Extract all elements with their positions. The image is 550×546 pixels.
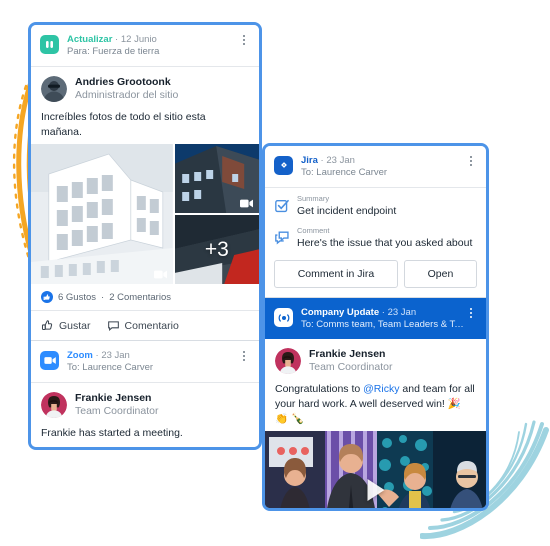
zoom-author-row: Frankie Jensen Team Coordinator: [31, 383, 259, 424]
company-update-app-header: Company Update · 23 Jan To: Comms team, …: [265, 298, 486, 339]
comment-bubbles-icon: [275, 231, 289, 245]
thumbs-up-icon: [41, 320, 53, 331]
site-update-photo-grid[interactable]: +3: [31, 144, 259, 284]
photo-secondary[interactable]: [174, 144, 259, 213]
zoom-meeting-link[interactable]: https://joinmeeting.zoom.us/j/998364848: [31, 445, 259, 447]
megaphone-icon: [40, 35, 59, 54]
company-update-more-options-button[interactable]: [465, 307, 477, 318]
site-update-author-role: Administrador del sitio: [75, 89, 179, 101]
zoom-author-name: Frankie Jensen: [75, 392, 152, 404]
checkbox-task-icon: [275, 199, 289, 213]
site-update-app-name: Actualizar: [67, 34, 113, 45]
zoom-author-role: Team Coordinator: [75, 405, 159, 417]
site-update-app-header: Actualizar · 12 Junio Para: Fuerza de ti…: [31, 25, 259, 67]
open-in-jira-button[interactable]: Open: [403, 260, 478, 288]
company-update-date: 23 Jan: [387, 307, 417, 318]
photo-side-column: +3: [174, 144, 259, 284]
company-update-message: Congratulations to @Ricky and team for a…: [265, 380, 486, 431]
video-camera-icon: [40, 351, 59, 370]
jira-comment-value: Here's the issue that you asked about: [297, 237, 473, 249]
zoom-date: 23 Jan: [101, 350, 130, 361]
site-update-date: 12 Junio: [120, 34, 157, 45]
company-update-app-name: Company Update: [301, 307, 380, 318]
zoom-app-name: Zoom: [67, 350, 93, 361]
jira-comment-field: Comment Here's the issue that you asked …: [265, 220, 486, 252]
site-update-like-label: Gustar: [59, 319, 91, 332]
jira-comment-label: Comment: [297, 226, 330, 235]
site-update-actions-row: Gustar Comentario: [31, 311, 259, 340]
site-update-like-count: 6 Gustos: [58, 291, 97, 303]
company-update-author-row: Frankie Jensen Team Coordinator: [265, 339, 486, 380]
separator: ·: [115, 34, 119, 45]
jira-summary-field: Summary Get incident endpoint: [265, 188, 486, 220]
zoom-recipients: To: Laurence Carver: [67, 362, 154, 373]
site-update-comment-label: Comentario: [124, 319, 179, 332]
card-jira: Jira · 23 Jan To: Laurence Carver Summar…: [265, 146, 486, 297]
video-camera-icon: [240, 199, 253, 208]
site-update-message: Increíbles fotos de todo el sitio esta m…: [41, 111, 206, 138]
jira-app-name: Jira: [301, 155, 318, 166]
jira-summary-value: Get incident endpoint: [297, 205, 397, 217]
jira-summary-label: Summary: [297, 194, 330, 203]
site-update-author-name: Andries Grootoonk: [75, 76, 171, 88]
jira-date: 23 Jan: [326, 155, 355, 166]
mention-ricky[interactable]: @Ricky: [363, 383, 399, 395]
jira-recipients: To: Laurence Carver: [301, 167, 388, 178]
site-update-like-button[interactable]: Gustar: [41, 319, 91, 332]
site-update-more-options-button[interactable]: [238, 34, 250, 45]
card-site-update: Actualizar · 12 Junio Para: Fuerza de ti…: [31, 25, 259, 340]
photo-tertiary[interactable]: +3: [174, 215, 259, 284]
avatar: [41, 392, 67, 418]
avatar: [275, 348, 301, 374]
photo-main[interactable]: [31, 144, 173, 284]
avatar: [41, 76, 67, 102]
video-camera-icon: [153, 270, 167, 279]
zoom-message: Frankie has started a meeting.: [41, 427, 183, 439]
separator: ·: [381, 307, 385, 318]
photo-more-count[interactable]: +3: [175, 215, 259, 284]
right-feed-panel: Jira · 23 Jan To: Laurence Carver Summar…: [262, 143, 489, 511]
separator: ·: [95, 350, 99, 361]
message-prefix: Congratulations to: [275, 383, 364, 395]
jira-more-options-button[interactable]: [465, 155, 477, 166]
site-update-recipients: Para: Fuerza de tierra: [67, 46, 160, 57]
jira-app-header: Jira · 23 Jan To: Laurence Carver: [265, 146, 486, 188]
site-update-comment-count: 2 Comentarios: [109, 291, 171, 303]
card-zoom-meeting: Zoom · 23 Jan To: Laurence Carver Franki…: [31, 340, 259, 447]
zoom-more-options-button[interactable]: [238, 350, 250, 361]
play-triangle-icon[interactable]: [367, 479, 384, 501]
jira-button-row: Comment in Jira Open: [265, 252, 486, 297]
comment-bubble-icon: [107, 321, 119, 331]
separator: ·: [320, 155, 324, 166]
left-feed-panel: Actualizar · 12 Junio Para: Fuerza de ti…: [28, 22, 262, 450]
company-update-recipients: To: Comms team, Team Leaders & Team Frie…: [301, 319, 465, 330]
site-update-author-row: Andries Grootoonk Administrador del siti…: [31, 67, 259, 108]
company-update-video-thumbnail[interactable]: [265, 431, 486, 508]
comment-in-jira-button[interactable]: Comment in Jira: [274, 260, 398, 288]
site-update-stats-row: 6 Gustos · 2 Comentarios: [31, 284, 259, 311]
company-update-author-role: Team Coordinator: [309, 361, 393, 373]
like-thumb-circle-icon: [41, 291, 53, 303]
card-company-update: Company Update · 23 Jan To: Comms team, …: [265, 297, 486, 508]
site-update-comment-button[interactable]: Comentario: [107, 319, 179, 332]
company-update-author-name: Frankie Jensen: [309, 348, 386, 360]
jira-icon: [274, 156, 293, 175]
separator: ·: [101, 291, 105, 303]
zoom-app-header: Zoom · 23 Jan To: Laurence Carver: [31, 341, 259, 383]
broadcast-icon: [274, 308, 293, 327]
